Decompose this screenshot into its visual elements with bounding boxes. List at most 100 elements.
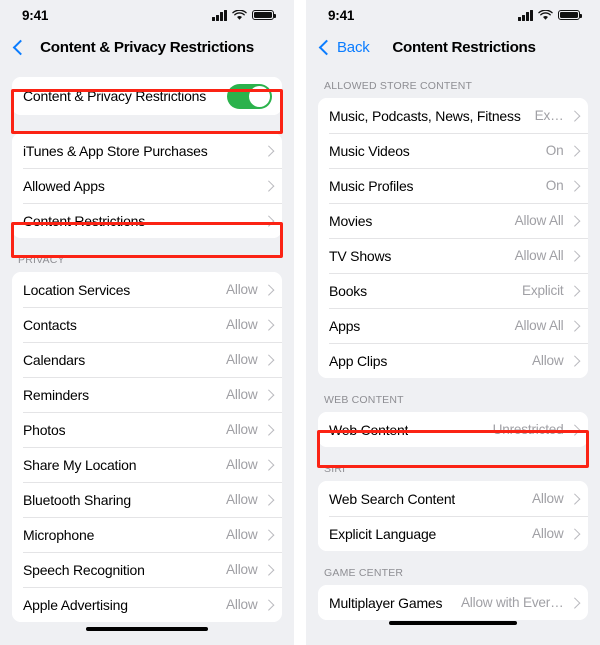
chevron-right-icon — [568, 250, 580, 261]
row-books[interactable]: Books Explicit — [318, 273, 588, 308]
chevron-right-icon — [262, 284, 274, 295]
battery-full-icon — [558, 9, 582, 21]
chevron-right-icon — [568, 528, 580, 539]
wifi-icon — [538, 9, 553, 20]
row-label: Multiplayer Games — [329, 594, 443, 611]
back-button[interactable]: Back — [318, 39, 370, 56]
status-icons — [518, 9, 582, 21]
chevron-right-icon — [262, 180, 274, 191]
game-center-group-card: Multiplayer Games Allow with Ever… — [318, 585, 588, 620]
row-value: Allow — [226, 457, 258, 472]
row-value: Explicit — [522, 283, 564, 298]
row-apps[interactable]: Apps Allow All — [318, 308, 588, 343]
nav-bar: Content & Privacy Restrictions — [0, 30, 294, 64]
row-value: Ex… — [534, 108, 564, 123]
chevron-right-icon — [262, 494, 274, 505]
back-button[interactable] — [12, 39, 31, 55]
chevron-right-icon — [262, 215, 274, 226]
row-value: Allow — [226, 527, 258, 542]
battery-full-icon — [252, 9, 276, 21]
row-music-profiles[interactable]: Music Profiles On — [318, 168, 588, 203]
row-itunes-app-store-purchases[interactable]: iTunes & App Store Purchases — [12, 133, 282, 168]
chevron-right-icon — [262, 389, 274, 400]
chevron-right-icon — [262, 564, 274, 575]
row-content-restrictions[interactable]: Content Restrictions — [12, 203, 282, 238]
siri-group-card: Web Search Content Allow Explicit Langua… — [318, 481, 588, 551]
row-allowed-apps[interactable]: Allowed Apps — [12, 168, 282, 203]
row-share-my-location[interactable]: Share My Location Allow — [12, 447, 282, 482]
row-value: Allow — [226, 492, 258, 507]
row-label: Share My Location — [23, 456, 137, 473]
nav-bar: Back Content Restrictions — [306, 30, 600, 64]
row-value: On — [545, 178, 564, 193]
row-value: Allow — [226, 352, 258, 367]
row-label: Music Profiles — [329, 177, 414, 194]
chevron-right-icon — [262, 424, 274, 435]
row-contacts[interactable]: Contacts Allow — [12, 307, 282, 342]
chevron-right-icon — [568, 215, 580, 226]
row-label: Movies — [329, 212, 373, 229]
status-time: 9:41 — [22, 7, 49, 23]
row-label: Bluetooth Sharing — [23, 491, 131, 508]
row-photos[interactable]: Photos Allow — [12, 412, 282, 447]
row-label: Photos — [23, 421, 66, 438]
row-value: Allow All — [514, 318, 564, 333]
row-app-clips[interactable]: App Clips Allow — [318, 343, 588, 378]
content-privacy-toggle-card: Content & Privacy Restrictions — [12, 77, 282, 115]
section-header-web-content: WEB CONTENT — [324, 394, 404, 406]
row-label: Apps — [329, 317, 361, 334]
row-label: Music, Podcasts, News, Fitness — [329, 107, 521, 124]
row-value: Allow — [532, 491, 564, 506]
content-privacy-restrictions-toggle[interactable] — [227, 83, 272, 109]
row-label: TV Shows — [329, 247, 392, 264]
chevron-right-icon — [568, 145, 580, 156]
row-value: Allow — [226, 317, 258, 332]
chevron-right-icon — [262, 319, 274, 330]
row-location-services[interactable]: Location Services Allow — [12, 272, 282, 307]
row-calendars[interactable]: Calendars Allow — [12, 342, 282, 377]
home-indicator — [86, 627, 208, 631]
row-explicit-language[interactable]: Explicit Language Allow — [318, 516, 588, 551]
left-phone-screen: 9:41 Content & Privacy Restrictions Cont… — [0, 0, 294, 645]
row-value: Allow with Ever… — [460, 595, 564, 610]
row-label: Content Restrictions — [23, 212, 146, 229]
chevron-right-icon — [568, 355, 580, 366]
back-button-label: Back — [337, 38, 370, 56]
chevron-right-icon — [568, 110, 580, 121]
row-microphone[interactable]: Microphone Allow — [12, 517, 282, 552]
row-label: Apple Advertising — [23, 596, 128, 613]
row-tv-shows[interactable]: TV Shows Allow All — [318, 238, 588, 273]
row-value: Unrestricted — [492, 422, 564, 437]
row-label: Allowed Apps — [23, 177, 105, 194]
section-header-game-center: GAME CENTER — [324, 567, 404, 579]
row-value: Allow — [226, 597, 258, 612]
row-multiplayer-games[interactable]: Multiplayer Games Allow with Ever… — [318, 585, 588, 620]
settings-content: ALLOWED STORE CONTENT Music, Podcasts, N… — [306, 64, 600, 620]
row-web-search-content[interactable]: Web Search Content Allow — [318, 481, 588, 516]
row-value: Allow All — [514, 213, 564, 228]
row-reminders[interactable]: Reminders Allow — [12, 377, 282, 412]
row-label: Microphone — [23, 526, 95, 543]
web-content-group-card: Web Content Unrestricted — [318, 412, 588, 447]
chevron-right-icon — [262, 354, 274, 365]
row-speech-recognition[interactable]: Speech Recognition Allow — [12, 552, 282, 587]
chevron-right-icon — [262, 529, 274, 540]
row-apple-advertising[interactable]: Apple Advertising Allow — [12, 587, 282, 622]
row-music-podcasts-news-fitness[interactable]: Music, Podcasts, News, Fitness Ex… — [318, 98, 588, 133]
row-content-privacy-restrictions[interactable]: Content & Privacy Restrictions — [12, 77, 282, 115]
row-web-content[interactable]: Web Content Unrestricted — [318, 412, 588, 447]
section-header-allowed-store-content: ALLOWED STORE CONTENT — [324, 80, 473, 92]
row-label: Calendars — [23, 351, 86, 368]
chevron-left-icon — [12, 39, 29, 55]
row-value: Allow — [226, 422, 258, 437]
row-movies[interactable]: Movies Allow All — [318, 203, 588, 238]
row-music-videos[interactable]: Music Videos On — [318, 133, 588, 168]
row-value: Allow — [226, 387, 258, 402]
row-value: Allow — [532, 353, 564, 368]
row-bluetooth-sharing[interactable]: Bluetooth Sharing Allow — [12, 482, 282, 517]
row-label: Music Videos — [329, 142, 410, 159]
store-content-group-card: Music, Podcasts, News, Fitness Ex… Music… — [318, 98, 588, 378]
row-value: On — [545, 143, 564, 158]
row-label: Speech Recognition — [23, 561, 145, 578]
row-value: Allow — [532, 526, 564, 541]
